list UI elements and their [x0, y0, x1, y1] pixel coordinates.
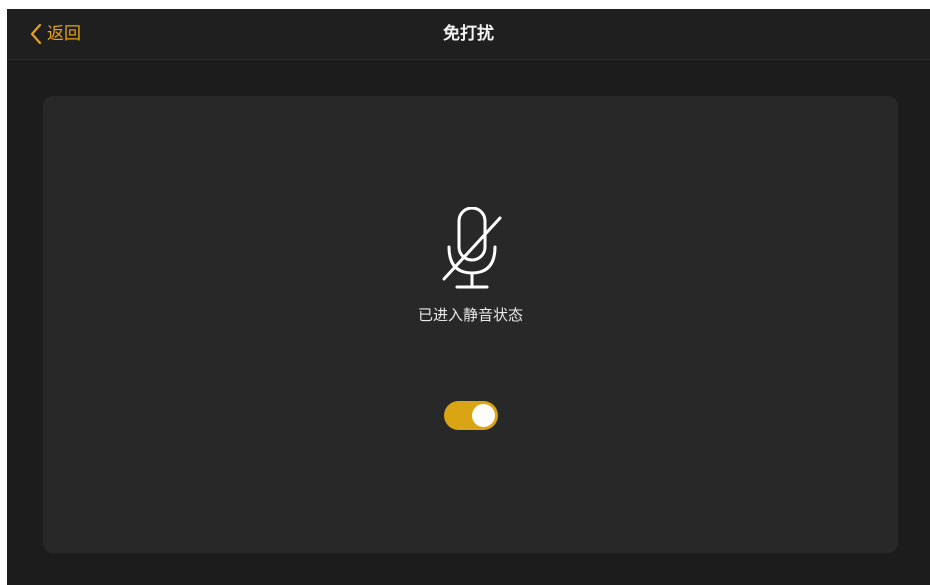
app-screen: 返回 免打扰 已进入静音状态: [7, 9, 930, 585]
toggle-knob: [472, 404, 495, 427]
nav-bar: 返回 免打扰: [7, 9, 930, 60]
mute-status-text: 已进入静音状态: [417, 306, 523, 324]
page-title: 免打扰: [443, 24, 494, 44]
mute-toggle[interactable]: [444, 401, 498, 430]
mic-off-icon: [442, 207, 502, 289]
do-not-disturb-panel: 已进入静音状态: [43, 96, 898, 553]
